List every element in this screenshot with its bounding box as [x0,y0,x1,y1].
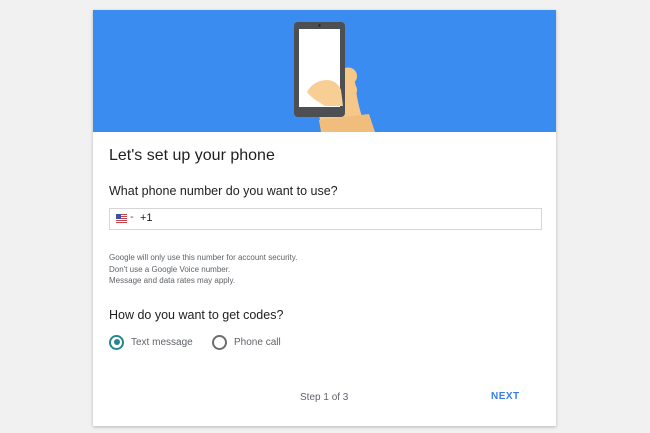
text-message-radio[interactable] [109,334,124,350]
phone-number-question: What phone number do you want to use? [109,184,338,198]
notice-line-voice: Don't use a Google Voice number. [109,264,231,274]
notice-line-security: Google will only use this number for acc… [109,253,298,262]
next-button[interactable]: NEXT [487,387,524,407]
phone-in-hand-illustration [294,22,375,132]
country-dropdown-indicator[interactable]: - [130,211,134,223]
phone-call-option[interactable]: Phone call [212,334,281,350]
country-dial-code: +1 [140,212,153,224]
phone-usage-notice: Google will only use this number for acc… [109,252,297,287]
setup-card: Let's set up your phone What phone numbe… [93,10,556,426]
codes-question: How do you want to get codes? [109,308,284,322]
header-banner [93,10,556,132]
phone-number-field[interactable]: - +1 [109,208,542,230]
step-indicator: Step 1 of 3 [300,392,349,403]
text-message-label: Text message [131,336,193,348]
phone-call-label: Phone call [234,336,281,348]
phone-call-radio[interactable] [212,334,227,350]
notice-line-rates: Message and data rates may apply. [109,276,236,285]
us-flag-icon[interactable] [116,214,127,223]
phone-number-input[interactable] [168,209,533,229]
text-message-option[interactable]: Text message [109,334,193,350]
page-title: Let's set up your phone [109,147,275,164]
